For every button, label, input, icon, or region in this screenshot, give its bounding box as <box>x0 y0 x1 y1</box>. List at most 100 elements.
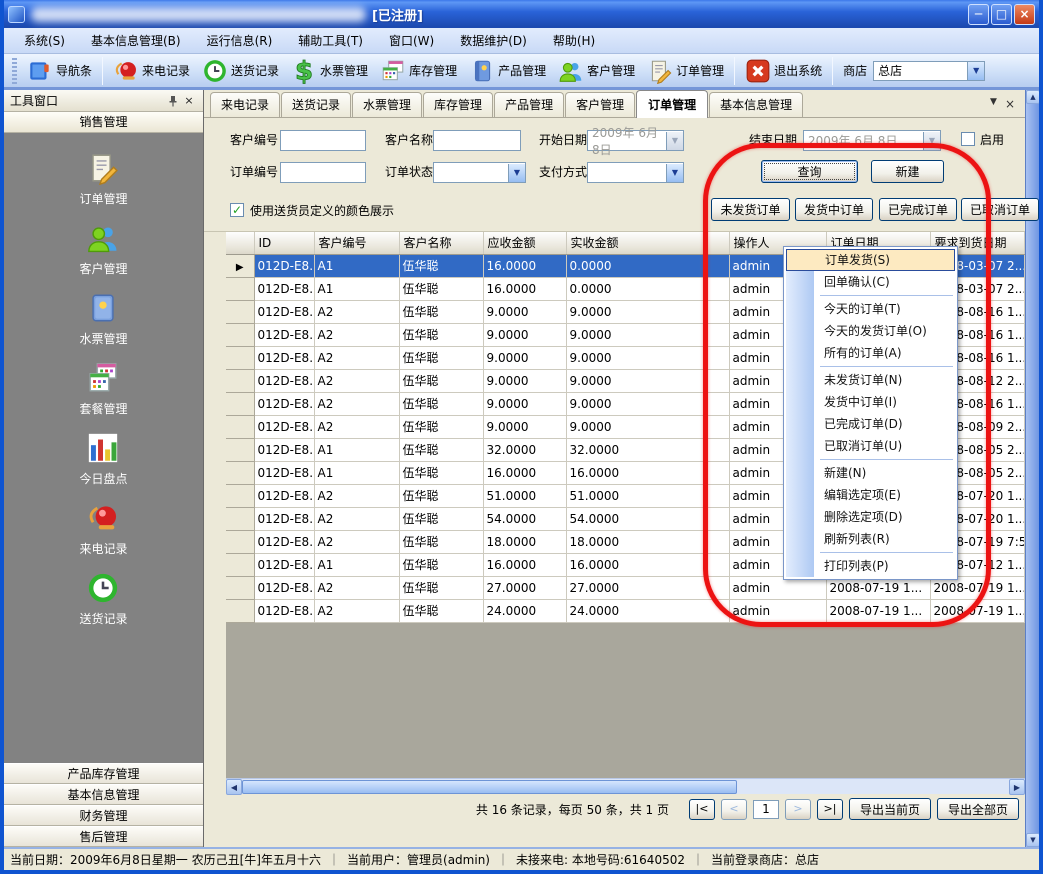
cell-customer-name[interactable]: 伍华聪 <box>399 484 483 507</box>
cell-received[interactable]: 16.0000 <box>566 461 729 484</box>
sidebar-section-bar[interactable]: 基本信息管理 <box>4 784 203 805</box>
order-status-filter-button[interactable]: 已取消订单 <box>961 198 1039 221</box>
enable-checkbox[interactable] <box>961 132 975 146</box>
cell-customer-name[interactable]: 伍华聪 <box>399 599 483 622</box>
row-selector[interactable] <box>226 553 254 576</box>
sidebar-item-call-records[interactable]: 来电记录 <box>79 501 127 557</box>
cell-customer-name[interactable]: 伍华聪 <box>399 553 483 576</box>
row-selector[interactable] <box>226 346 254 369</box>
chevron-down-icon[interactable]: ▼ <box>666 164 683 182</box>
toolbar-grip[interactable] <box>12 58 17 84</box>
cell-customer-name[interactable]: 伍华聪 <box>399 254 483 277</box>
cell-id[interactable]: 012D-E8... <box>254 254 314 277</box>
cell-received[interactable]: 54.0000 <box>566 507 729 530</box>
toolbar-delivery-records-button[interactable]: 送货记录 <box>196 56 285 86</box>
cell-customer-no[interactable]: A2 <box>314 484 399 507</box>
cell-received[interactable]: 9.0000 <box>566 323 729 346</box>
table-row[interactable]: 012D-E8... A2 伍华聪 24.0000 24.0000 admin … <box>226 599 1024 622</box>
context-menu-item-delete-selected[interactable]: 删除选定项(D) <box>786 506 955 528</box>
cell-receivable[interactable]: 9.0000 <box>483 369 566 392</box>
toolbar-inventory-button[interactable]: 库存管理 <box>374 56 463 86</box>
export-current-page-button[interactable]: 导出当前页 <box>849 798 931 820</box>
cell-customer-no[interactable]: A1 <box>314 277 399 300</box>
scrollbar-track[interactable] <box>737 779 1009 794</box>
cell-receivable[interactable]: 9.0000 <box>483 392 566 415</box>
minimize-button[interactable]: ─ <box>968 4 989 25</box>
cell-customer-name[interactable]: 伍华聪 <box>399 277 483 300</box>
toolbar-exit-button[interactable]: 退出系统 <box>739 56 828 86</box>
tab-inventory[interactable]: 库存管理 <box>423 92 493 117</box>
context-menu-item-new[interactable]: 新建(N) <box>786 462 955 484</box>
new-button[interactable]: 新建 <box>871 160 944 183</box>
sidebar-item-order-mgmt[interactable]: 订单管理 <box>79 151 127 207</box>
tab-product[interactable]: 产品管理 <box>494 92 564 117</box>
cell-id[interactable]: 012D-E8... <box>254 553 314 576</box>
sidebar-section-sales[interactable]: 销售管理 <box>4 112 203 133</box>
row-selector[interactable] <box>226 599 254 622</box>
cell-customer-name[interactable]: 伍华聪 <box>399 346 483 369</box>
cell-receivable[interactable]: 16.0000 <box>483 461 566 484</box>
context-menu-item-completed[interactable]: 已完成订单(D) <box>786 413 955 435</box>
cell-customer-name[interactable]: 伍华聪 <box>399 461 483 484</box>
cell-receivable[interactable]: 27.0000 <box>483 576 566 599</box>
cell-customer-no[interactable]: A1 <box>314 254 399 277</box>
last-page-button[interactable]: >| <box>817 799 843 820</box>
prev-page-button[interactable]: < <box>721 799 747 820</box>
scroll-down-icon[interactable]: ▼ <box>1026 833 1040 847</box>
order-status-filter-button[interactable]: 已完成订单 <box>879 198 957 221</box>
cell-customer-name[interactable]: 伍华聪 <box>399 530 483 553</box>
row-selector[interactable] <box>226 254 254 277</box>
cell-receivable[interactable]: 9.0000 <box>483 346 566 369</box>
cell-receivable[interactable]: 9.0000 <box>483 300 566 323</box>
menu-bar-item[interactable]: 系统(S) <box>12 28 77 53</box>
order-status-combobox[interactable]: ▼ <box>433 162 526 183</box>
cell-received[interactable]: 32.0000 <box>566 438 729 461</box>
context-menu-item-unshipped[interactable]: 未发货订单(N) <box>786 369 955 391</box>
menu-bar-item[interactable]: 帮助(H) <box>541 28 607 53</box>
cell-customer-no[interactable]: A2 <box>314 346 399 369</box>
cell-received[interactable]: 18.0000 <box>566 530 729 553</box>
order-no-input[interactable] <box>280 162 366 183</box>
tab-order-mgmt-active[interactable]: 订单管理 <box>636 90 708 118</box>
horizontal-scrollbar[interactable]: ◀ ▶ <box>226 778 1025 794</box>
cell-id[interactable]: 012D-E8... <box>254 530 314 553</box>
chevron-down-icon[interactable]: ▼ <box>967 62 984 80</box>
delivery-color-checkbox[interactable]: ✓ <box>230 203 244 217</box>
cell-customer-no[interactable]: A2 <box>314 300 399 323</box>
toolbar-customer-button[interactable]: 客户管理 <box>552 56 641 86</box>
col-header-received[interactable]: 实收金额 <box>566 232 729 254</box>
customer-name-input[interactable] <box>433 130 521 151</box>
sidebar-item-water-ticket-mgmt[interactable]: 水票管理 <box>79 291 127 347</box>
sidebar-section-bar[interactable]: 售后管理 <box>4 826 203 847</box>
context-menu-item-ship-order[interactable]: 订单发货(S) <box>786 249 955 271</box>
sidebar-section-bar[interactable]: 产品库存管理 <box>4 763 203 784</box>
next-page-button[interactable]: > <box>785 799 811 820</box>
cell-id[interactable]: 012D-E8... <box>254 461 314 484</box>
cell-receivable[interactable]: 16.0000 <box>483 553 566 576</box>
row-selector[interactable] <box>226 369 254 392</box>
sidebar-item-package-mgmt[interactable]: 套餐管理 <box>79 361 127 417</box>
sidebar-item-delivery-records[interactable]: 送货记录 <box>79 571 127 627</box>
cell-customer-no[interactable]: A2 <box>314 530 399 553</box>
cell-customer-no[interactable]: A2 <box>314 392 399 415</box>
toolbar-nav-button[interactable]: 导航条 <box>21 56 98 86</box>
tool-window-close-icon[interactable]: × <box>181 93 197 109</box>
cell-receivable[interactable]: 16.0000 <box>483 277 566 300</box>
cell-customer-no[interactable]: A1 <box>314 553 399 576</box>
cell-required-date[interactable]: 2008-07-19 1... <box>930 599 1024 622</box>
row-selector[interactable] <box>226 438 254 461</box>
pay-method-combobox[interactable]: ▼ <box>587 162 684 183</box>
cell-customer-no[interactable]: A1 <box>314 438 399 461</box>
start-date-picker[interactable]: 2009年 6月 8日 ▼ <box>587 130 684 151</box>
cell-customer-name[interactable]: 伍华聪 <box>399 300 483 323</box>
cell-operator[interactable]: admin <box>729 599 826 622</box>
cell-receivable[interactable]: 51.0000 <box>483 484 566 507</box>
cell-received[interactable]: 0.0000 <box>566 277 729 300</box>
cell-received[interactable]: 9.0000 <box>566 392 729 415</box>
row-selector[interactable] <box>226 530 254 553</box>
export-all-pages-button[interactable]: 导出全部页 <box>937 798 1019 820</box>
cell-customer-name[interactable]: 伍华聪 <box>399 438 483 461</box>
row-selector[interactable] <box>226 484 254 507</box>
cell-received[interactable]: 9.0000 <box>566 346 729 369</box>
scroll-up-icon[interactable]: ▲ <box>1026 90 1040 104</box>
